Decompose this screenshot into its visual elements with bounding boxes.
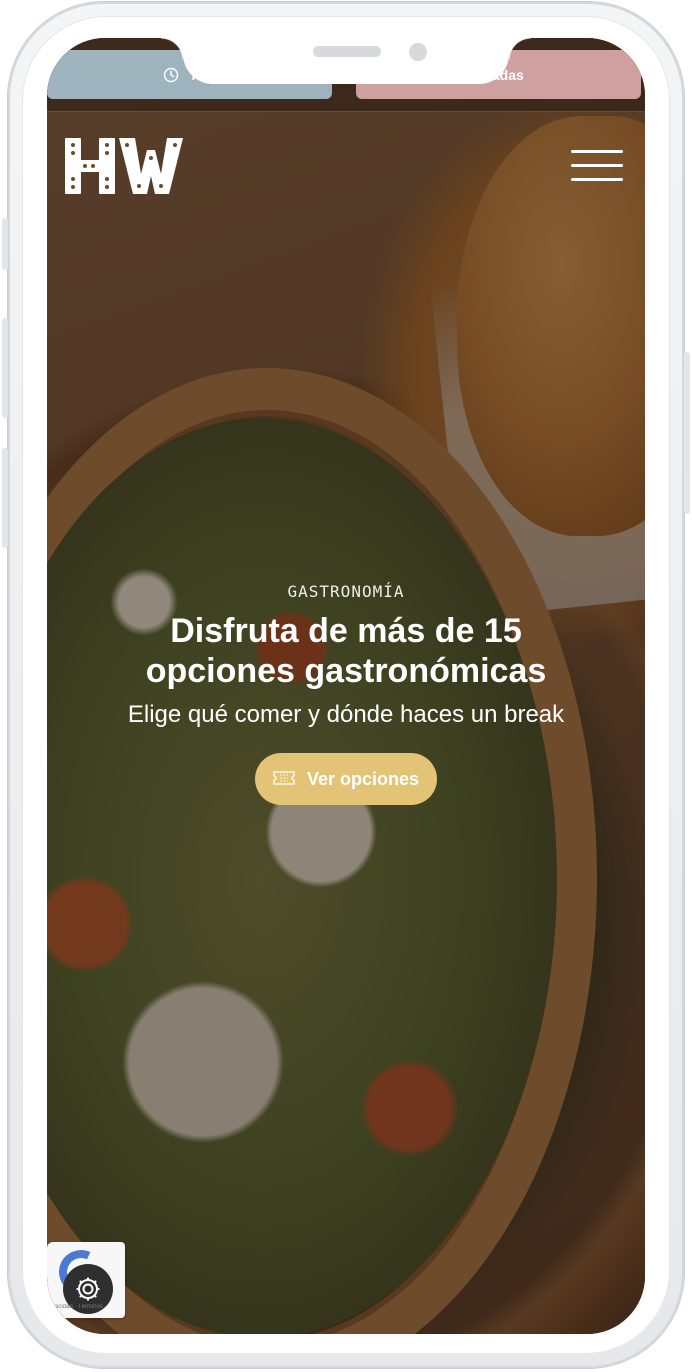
hero-subline: Elige qué comer y dónde haces un break (127, 701, 565, 728)
phone-power-button (684, 352, 690, 514)
hamburger-menu-icon[interactable] (571, 148, 625, 184)
ticket-icon (273, 769, 295, 790)
hero-eyebrow: GASTRONOMÍA (287, 582, 405, 601)
phone-volume-down (2, 448, 8, 548)
cookie-settings-widget[interactable]: racidad · Términos (47, 1242, 125, 1318)
view-options-button[interactable]: Ver opciones (255, 753, 437, 805)
hero-content: GASTRONOMÍA Disfruta de más de 15 opcion… (47, 582, 645, 805)
menu-line (571, 150, 623, 153)
phone-camera (409, 43, 427, 61)
cookie-widget-label: racidad · Términos (53, 1304, 103, 1310)
phone-notch (161, 38, 531, 84)
phone-mute-switch (2, 218, 8, 270)
clock-icon (163, 67, 179, 83)
phone-speaker (313, 46, 381, 57)
menu-line (571, 178, 623, 181)
site-logo[interactable]: HW (63, 136, 187, 196)
hero-headline: Disfruta de más de 15 opciones gastronóm… (145, 612, 547, 690)
menu-line (571, 164, 623, 167)
screen: Hor ntradas HW GASTRONOMÍ (47, 38, 645, 1334)
phone-volume-up (2, 318, 8, 418)
view-options-label: Ver opciones (306, 768, 420, 789)
